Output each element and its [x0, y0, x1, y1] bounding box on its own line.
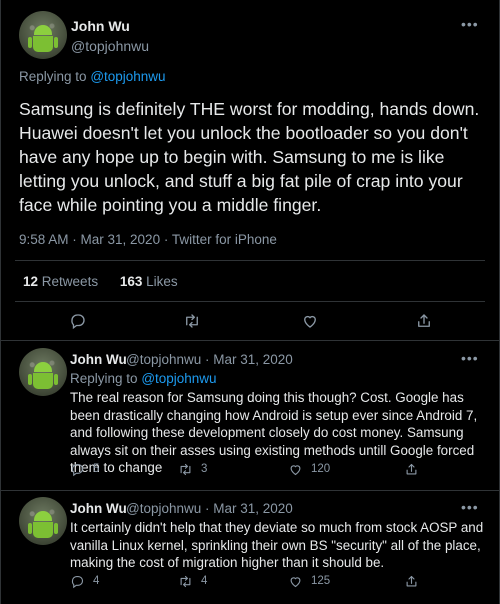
replying-to: Replying to @topjohnwu	[19, 69, 166, 84]
replying-to-handle-link[interactable]: @topjohnwu	[90, 69, 165, 84]
like-icon	[290, 464, 301, 475]
retweet-button[interactable]	[183, 312, 201, 330]
tweet-stats: 12 Retweets 163 Likes	[23, 274, 196, 289]
retweet-icon	[180, 575, 191, 587]
divider	[15, 260, 485, 261]
reply-replying-to: Replying to @topjohnwu	[70, 371, 217, 386]
like-button[interactable]: 120	[288, 461, 330, 477]
reply-button[interactable]	[69, 312, 87, 330]
reply-button[interactable]: 4	[70, 573, 99, 589]
reply-button[interactable]: 5	[70, 461, 99, 477]
more-icon[interactable]: •••	[461, 499, 479, 515]
share-icon	[406, 575, 417, 586]
reply-icon	[71, 314, 85, 330]
author-avatar[interactable]	[19, 11, 67, 59]
reply-author-name[interactable]: John Wu	[70, 352, 127, 367]
divider	[15, 301, 485, 302]
share-button[interactable]	[404, 461, 427, 477]
reply-author-avatar[interactable]	[19, 348, 67, 396]
likes-stat[interactable]: 163 Likes	[120, 274, 178, 289]
retweet-count: 4	[201, 575, 208, 587]
divider	[1, 490, 499, 491]
likes-label: Likes	[146, 274, 178, 289]
share-button[interactable]	[415, 312, 433, 330]
like-button[interactable]	[301, 312, 319, 330]
retweet-button[interactable]: 3	[178, 461, 207, 477]
tweet-text: Samsung is definitely THE worst for modd…	[19, 99, 480, 215]
reply-icon	[71, 463, 84, 476]
reply-icon	[71, 575, 84, 588]
retweet-count: 3	[201, 463, 208, 475]
share-button[interactable]	[404, 573, 427, 589]
retweet-icon	[180, 463, 191, 475]
retweet-button[interactable]: 4	[178, 573, 207, 589]
reply-author-name[interactable]: John Wu	[70, 501, 127, 516]
retweet-icon	[186, 314, 198, 328]
retweets-stat[interactable]: 12 Retweets	[23, 274, 98, 289]
tweet-thread: John Wu @topjohnwu ••• Replying to @topj…	[0, 0, 500, 604]
replying-to-handle-link[interactable]: @topjohnwu	[141, 371, 216, 386]
share-icon	[418, 314, 430, 327]
reply-count: 4	[93, 575, 100, 587]
reply-count: 5	[93, 463, 100, 475]
reply-author-avatar[interactable]	[19, 497, 67, 545]
like-icon	[290, 576, 301, 587]
replying-to-label: Replying to	[19, 69, 87, 84]
like-button[interactable]: 125	[288, 573, 330, 589]
retweets-count: 12	[23, 274, 39, 289]
author-name[interactable]: John Wu	[71, 18, 130, 34]
like-count: 120	[311, 463, 331, 475]
more-icon[interactable]: •••	[461, 16, 479, 32]
retweets-label: Retweets	[41, 274, 99, 289]
like-count: 125	[311, 575, 331, 587]
more-icon[interactable]: •••	[461, 350, 479, 366]
author-handle[interactable]: @topjohnwu	[71, 38, 149, 54]
like-icon	[304, 315, 316, 328]
share-icon	[406, 463, 417, 474]
replying-to-label: Replying to	[70, 371, 138, 386]
reply-text: It certainly didn't help that they devia…	[70, 520, 484, 570]
reply-author-handle-date[interactable]: @topjohnwu · Mar 31, 2020	[126, 501, 293, 516]
tweet-timestamp[interactable]: 9:58 AM · Mar 31, 2020 · Twitter for iPh…	[19, 232, 277, 247]
divider	[1, 340, 499, 341]
reply-author-handle-date[interactable]: @topjohnwu · Mar 31, 2020	[126, 352, 293, 367]
likes-count: 163	[119, 274, 143, 289]
